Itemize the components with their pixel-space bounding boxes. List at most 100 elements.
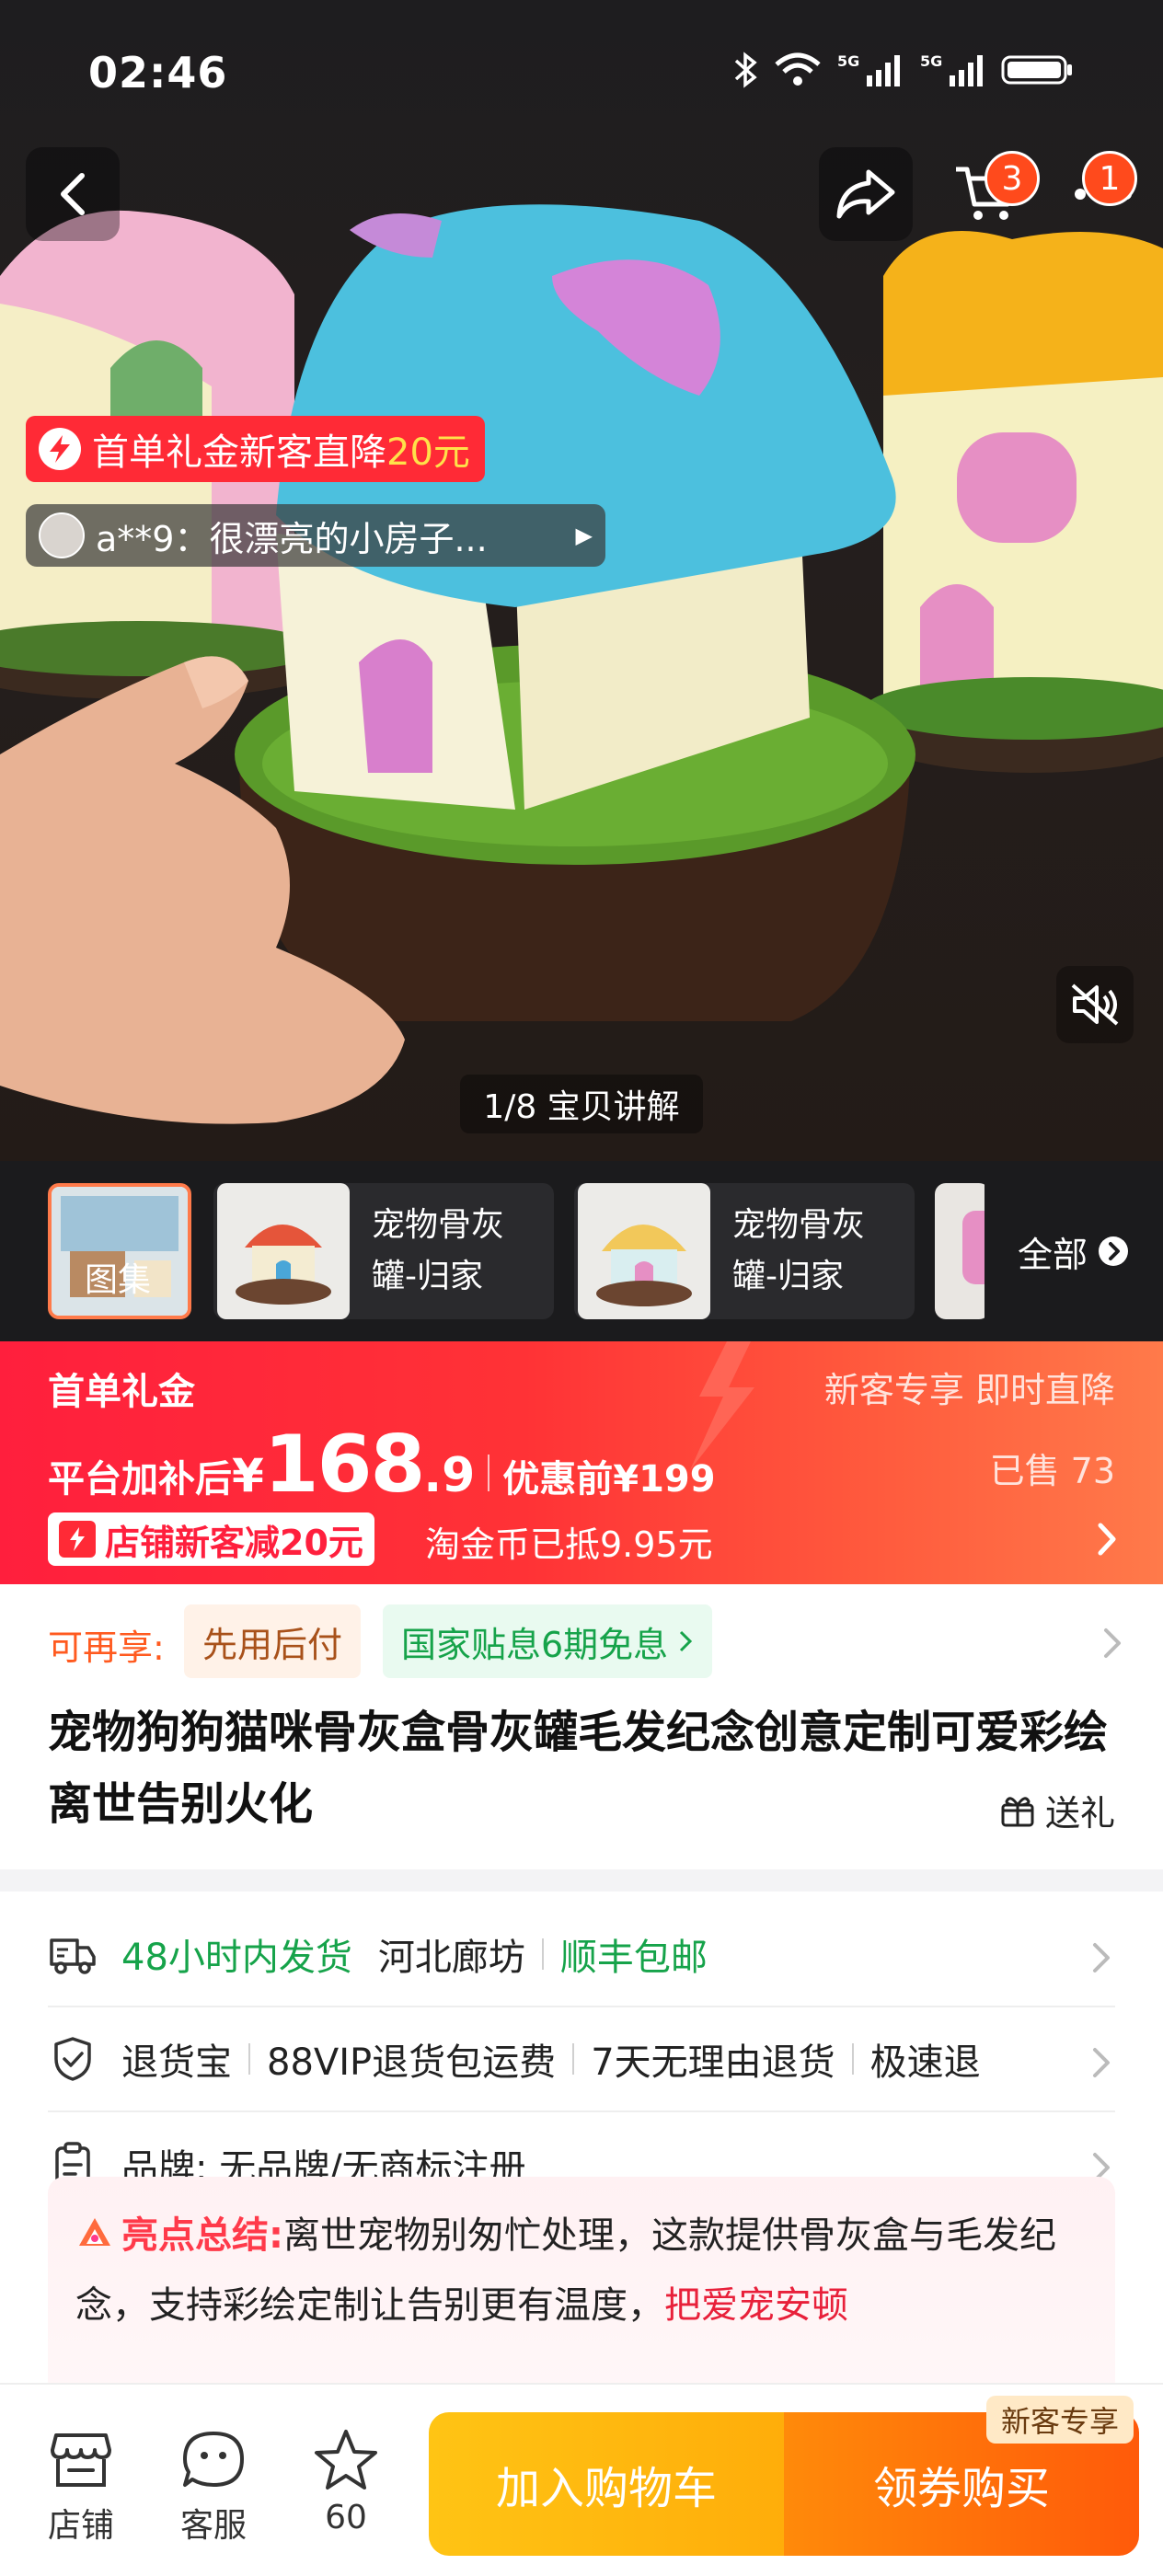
thumbnail-gallery[interactable]: 图集 <box>48 1183 191 1319</box>
bluetooth-icon <box>734 52 757 88</box>
ai-spark-icon <box>79 2218 110 2246</box>
video-progress-label: 1/8 宝贝讲解 <box>460 1075 703 1133</box>
first-order-promo-tag[interactable]: 首单礼金新客直降 20元 <box>26 416 485 482</box>
product-info-card: 可再享: 先用后付 国家贴息6期免息 宠物狗狗猫咪骨灰盒骨灰罐毛发纪念创意定制可… <box>0 1584 1163 1869</box>
play-arrow-icon: ▶ <box>575 523 593 548</box>
customer-service-label: 客服 <box>179 2507 247 2545</box>
svg-text:5G: 5G <box>837 52 859 70</box>
favorite-count: 60 <box>325 2499 367 2536</box>
chevron-right-icon <box>1093 2048 1110 2077</box>
thumbnail-video-2[interactable]: 宠物骨灰 罐-归家 <box>574 1183 915 1319</box>
video-2-thumb-image <box>578 1183 710 1319</box>
store-icon <box>35 2421 127 2499</box>
video-1-label-line1: 宠物骨灰 <box>372 1206 505 1244</box>
customer-service-button[interactable]: 客服 <box>167 2421 259 2547</box>
share-button[interactable] <box>819 147 913 241</box>
cart-count-badge: 3 <box>985 151 1040 206</box>
video-1-label-line2: 罐-归家 <box>372 1258 483 1295</box>
product-title: 宠物狗狗猫咪骨灰盒骨灰罐毛发纪念创意定制可爱彩绘离世告别火化 <box>48 1707 1109 1830</box>
shop-new-customer-text: 店铺新客减20元 <box>105 1522 363 1563</box>
view-all-button[interactable]: 全部 <box>985 1183 1163 1319</box>
shop-button[interactable]: 店铺 <box>35 2421 127 2547</box>
gift-icon <box>1001 1796 1034 1826</box>
also-enjoy-label: 可再享: <box>48 1627 165 1668</box>
bottom-action-bar: 店铺 客服 60 加入购物车 领券购买 新客专享 <box>0 2383 1163 2576</box>
price-decimal: .9 <box>423 1448 476 1503</box>
return-item-2: 88VIP退货包运费 <box>267 2041 557 2084</box>
video-2-label-line1: 宠物骨灰 <box>732 1206 866 1244</box>
price-separator <box>488 1455 490 1491</box>
video-1-thumb-image <box>217 1183 350 1319</box>
thumbnail-video-3-partial[interactable] <box>935 1183 990 1319</box>
status-icons: 5G 5G <box>732 52 1075 88</box>
add-to-cart-button[interactable]: 加入购物车 <box>429 2412 784 2556</box>
pay-later-tag[interactable]: 先用后付 <box>184 1604 362 1678</box>
signal-5g-icon: 5G <box>837 52 900 86</box>
highlight-red-text: 把爱宠安顿 <box>664 2284 848 2327</box>
shop-new-customer-tag: 店铺新客减20元 <box>48 1512 374 1566</box>
price-banner[interactable]: 首单礼金 新客专享 即时直降 平台加补后 ¥ 168 .9 优惠前¥199 已售… <box>0 1341 1163 1584</box>
new-customer-tagline: 新客专享 即时直降 <box>823 1370 1115 1410</box>
svg-text:5G: 5G <box>920 52 942 70</box>
share-icon <box>836 169 895 219</box>
shop-label: 店铺 <box>47 2507 114 2545</box>
sold-count: 已售 73 <box>989 1451 1115 1491</box>
shield-check-icon <box>48 2034 98 2084</box>
return-item-4: 极速退 <box>869 2041 981 2084</box>
status-time: 02:46 <box>88 48 228 98</box>
divider <box>851 2043 854 2075</box>
shop-coupon-icon <box>59 1521 96 1558</box>
installment-tag[interactable]: 国家贴息6期免息 <box>383 1604 713 1678</box>
message-count-badge: 1 <box>1082 151 1137 206</box>
star-icon <box>300 2421 392 2499</box>
send-gift-button[interactable]: 送礼 <box>999 1785 1115 1835</box>
shipping-row[interactable]: 48小时内发货 河北廊坊 顺丰包邮 <box>48 1903 1115 2007</box>
taojinbi-deduction: 淘金币已抵9.95元 <box>425 1524 713 1565</box>
highlight-summary[interactable]: 亮点总结:离世宠物别匆忙处理，这款提供骨灰盒与毛发纪念，支持彩绘定制让告别更有温… <box>48 2177 1115 2398</box>
price-row: 平台加补后 ¥ 168 .9 优惠前¥199 <box>48 1419 716 1511</box>
chevron-right-icon[interactable] <box>1099 1625 1126 1662</box>
review-text: a**9：很漂亮的小房子... <box>96 518 488 559</box>
status-bar: 02:46 5G 5G <box>0 0 1163 138</box>
return-policy-row[interactable]: 退货宝 88VIP退货包运费 7天无理由退货 极速退 <box>48 2007 1115 2112</box>
chevron-right-icon <box>1093 1943 1110 1972</box>
promo-text: 首单礼金新客直降 <box>92 431 386 474</box>
price-integer: 168 <box>263 1419 426 1511</box>
chevron-right-circle-icon <box>1099 1236 1128 1266</box>
chevron-right-small-icon <box>680 1630 693 1652</box>
video-2-label-line2: 罐-归家 <box>732 1258 844 1295</box>
chevron-right-icon <box>1098 1523 1116 1556</box>
mute-button[interactable] <box>1056 966 1134 1043</box>
original-price: 优惠前¥199 <box>502 1458 716 1501</box>
promo-amount: 20元 <box>386 431 470 474</box>
send-gift-label: 送礼 <box>1044 1793 1115 1834</box>
divider <box>248 2043 250 2075</box>
battery-icon <box>1001 55 1072 85</box>
wifi-icon <box>775 52 821 86</box>
review-ticker[interactable]: a**9：很漂亮的小房子... ▶ <box>26 504 605 567</box>
thumbnail-gallery-label: 图集 <box>85 1261 152 1299</box>
after-subsidy-label: 平台加补后 <box>48 1458 232 1501</box>
view-all-label: 全部 <box>1017 1234 1088 1275</box>
first-order-gift-title: 首单礼金 <box>48 1371 195 1413</box>
chevron-left-icon <box>61 173 85 215</box>
favorite-button[interactable]: 60 <box>300 2421 392 2536</box>
divider <box>572 2043 575 2075</box>
thumbnail-video-1[interactable]: 宠物骨灰 罐-归家 <box>213 1183 554 1319</box>
free-shipping: 顺丰包邮 <box>559 1937 708 1979</box>
truck-icon <box>48 1929 98 1979</box>
media-thumbnail-strip: 图集 宠物骨灰 罐-归家 宠物骨灰 罐-归家 全部 <box>0 1161 1163 1341</box>
back-button[interactable] <box>26 147 120 241</box>
product-video-hero[interactable]: 02:46 5G 5G 3 1 首单礼金新客直降 20元 a**9：很漂亮的小房子… <box>0 0 1163 1161</box>
shipping-time: 48小时内发货 <box>121 1937 352 1979</box>
signal-5g-icon-2: 5G <box>920 52 983 86</box>
chat-face-icon <box>167 2421 259 2499</box>
shipping-origin: 河北廊坊 <box>377 1937 525 1979</box>
currency-symbol: ¥ <box>232 1449 264 1502</box>
lightning-icon <box>39 428 81 470</box>
highlight-label: 亮点总结: <box>121 2214 283 2257</box>
reviewer-avatar <box>39 512 85 558</box>
new-customer-badge: 新客专享 <box>986 2396 1134 2444</box>
return-item-3: 7天无理由退货 <box>591 2041 835 2084</box>
return-item-1: 退货宝 <box>121 2041 232 2084</box>
